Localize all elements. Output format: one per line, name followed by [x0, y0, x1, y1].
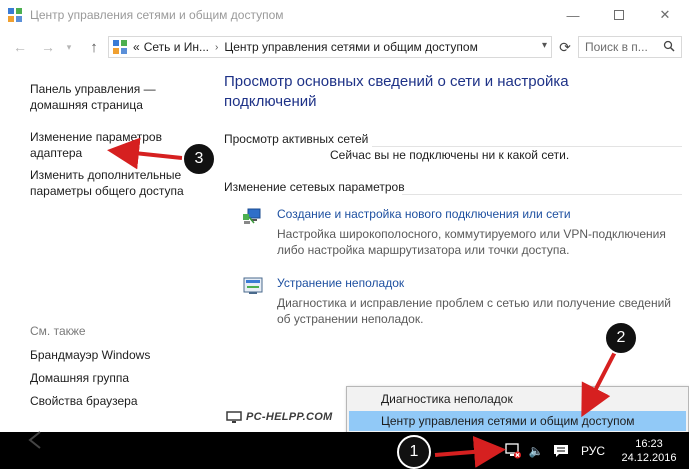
notification-icon — [554, 444, 568, 457]
close-button[interactable]: ✕ — [642, 0, 688, 30]
search-icon — [663, 40, 675, 52]
left-pane: Панель управления — домашняя страница Из… — [0, 62, 210, 432]
volume-tray-button[interactable]: 🔈 — [526, 432, 546, 469]
maximize-icon — [614, 10, 624, 20]
control-panel-icon — [113, 40, 127, 54]
control-panel-home-link[interactable]: Панель управления — домашняя страница — [30, 81, 156, 113]
new-connection-icon — [243, 208, 261, 224]
forward-button[interactable]: → — [38, 37, 58, 57]
active-networks-heading: Просмотр активных сетей — [224, 132, 369, 146]
network-tray-button[interactable] — [502, 432, 524, 469]
recent-locations-button[interactable]: ▾ — [62, 37, 76, 57]
maximize-button[interactable] — [596, 0, 642, 30]
no-connection-status: Сейчас вы не подключены ни к какой сети. — [330, 148, 570, 162]
watermark: PC-HELPP.COM — [226, 411, 333, 423]
clock[interactable]: 16:23 24.12.2016 — [612, 432, 686, 469]
up-button[interactable]: ↑ — [84, 37, 104, 57]
taskbar: ^ 🔈 РУС 16:23 24.12.2016 — [0, 432, 689, 469]
troubleshoot-problems-link[interactable]: Устранение неполадок — [277, 276, 404, 290]
setup-new-connection-description: Настройка широкополосного, коммутируемог… — [277, 227, 666, 257]
page-title: Просмотр основных сведений о сети и наст… — [224, 73, 569, 110]
chevron-right-icon[interactable]: › — [215, 42, 218, 53]
breadcrumb-network-center[interactable]: Центр управления сетями и общим доступом — [224, 40, 478, 54]
change-adapter-settings-link[interactable]: Изменение параметров адаптера — [30, 129, 162, 161]
address-bar[interactable]: « Сеть и Ин... › Центр управления сетями… — [108, 36, 552, 58]
search-input[interactable]: Поиск в п... — [578, 36, 682, 58]
title-bar: Центр управления сетями и общим доступом… — [0, 0, 689, 30]
tray-context-menu: Диагностика неполадок Центр управления с… — [346, 386, 689, 434]
navigation-bar: ← → ▾ ↑ « Сеть и Ин... › Центр управлени… — [0, 32, 689, 62]
arrow-left-icon: ← — [13, 39, 27, 55]
search-placeholder: Поиск в п... — [585, 40, 648, 54]
breadcrumb-network[interactable]: Сеть и Ин... — [144, 40, 209, 54]
network-disconnected-icon — [505, 442, 521, 458]
step-badge-1: 1 — [397, 435, 431, 469]
minimize-button[interactable]: — — [550, 0, 596, 30]
refresh-button[interactable]: ⟳ — [554, 36, 576, 58]
clock-time: 16:23 — [635, 437, 663, 450]
monitor-icon — [226, 411, 242, 423]
menu-item-troubleshoot[interactable]: Диагностика неполадок — [349, 389, 686, 409]
setup-new-connection-link[interactable]: Создание и настройка нового подключения … — [277, 207, 571, 221]
homegroup-link[interactable]: Домашняя группа — [30, 370, 129, 386]
advanced-sharing-settings-link[interactable]: Изменить дополнительные параметры общего… — [30, 167, 184, 199]
close-icon: ✕ — [659, 7, 671, 22]
minimize-icon: — — [566, 7, 580, 23]
control-panel-icon — [8, 8, 22, 22]
speaker-icon: 🔈 — [528, 443, 544, 458]
chevron-down-icon[interactable]: ▾ — [542, 40, 547, 51]
section-divider — [402, 194, 682, 195]
change-settings-heading: Изменение сетевых параметров — [224, 180, 405, 194]
windows-firewall-link[interactable]: Брандмауэр Windows — [30, 347, 150, 363]
clock-date: 24.12.2016 — [621, 451, 677, 464]
show-hidden-icons-button[interactable]: ^ — [480, 432, 496, 469]
troubleshoot-icon — [243, 277, 263, 294]
breadcrumb-overflow[interactable]: « — [133, 40, 140, 54]
internet-options-link[interactable]: Свойства браузера — [30, 393, 138, 409]
section-divider — [372, 146, 682, 147]
step-badge-2: 2 — [604, 321, 638, 355]
arrow-right-icon: → — [41, 39, 55, 55]
window-title: Центр управления сетями и общим доступом — [30, 8, 284, 22]
back-button[interactable]: ← — [10, 37, 30, 57]
menu-item-network-center[interactable]: Центр управления сетями и общим доступом — [349, 411, 686, 431]
chevron-up-icon: ^ — [485, 443, 491, 458]
input-language-button[interactable]: РУС — [578, 432, 608, 469]
see-also-label: См. также — [30, 324, 86, 338]
step-badge-3: 3 — [182, 142, 216, 176]
refresh-icon: ⟳ — [559, 38, 571, 55]
action-center-button[interactable] — [550, 432, 572, 469]
arrow-up-icon: ↑ — [90, 38, 98, 56]
chevron-down-icon: ▾ — [66, 41, 72, 52]
